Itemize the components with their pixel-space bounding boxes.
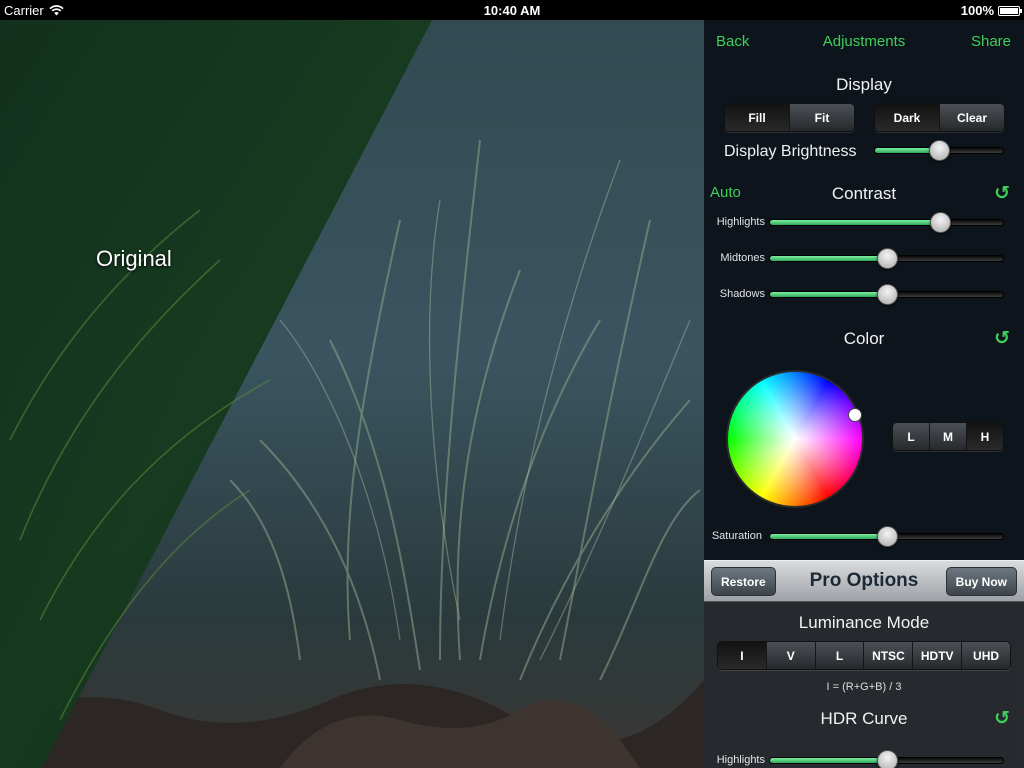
adjustments-panel: Back Adjustments Share Display Fill Fit … xyxy=(704,20,1024,768)
range-l-segment[interactable]: L xyxy=(893,423,929,450)
display-brightness-slider[interactable] xyxy=(874,140,1004,161)
saturation-slider[interactable] xyxy=(769,526,1004,547)
slider-knob[interactable] xyxy=(876,750,898,768)
slider-knob[interactable] xyxy=(929,140,950,161)
color-wheel[interactable] xyxy=(726,370,864,508)
color-reset-icon[interactable]: ↺ xyxy=(994,327,1010,350)
buy-now-button[interactable]: Buy Now xyxy=(945,567,1017,596)
hdr-reset-icon[interactable]: ↺ xyxy=(994,707,1010,730)
share-button[interactable]: Share xyxy=(971,33,1011,50)
midtones-label: Midtones xyxy=(720,252,765,264)
slider-knob[interactable] xyxy=(876,284,898,305)
original-label: Original xyxy=(96,246,172,271)
luminance-uhd-segment[interactable]: UHD xyxy=(961,642,1010,669)
contrast-title: Contrast xyxy=(831,184,897,203)
display-brightness-label: Display Brightness xyxy=(724,143,857,160)
shadows-label: Shadows xyxy=(719,288,765,300)
hdr-highlights-slider[interactable] xyxy=(769,750,1004,768)
luminance-hdtv-segment[interactable]: HDTV xyxy=(912,642,962,669)
slider-knob[interactable] xyxy=(876,526,898,547)
photo-canvas[interactable]: Original xyxy=(0,20,704,768)
luminance-i-segment[interactable]: I xyxy=(718,642,766,669)
fill-fit-control[interactable]: Fill Fit xyxy=(724,103,855,132)
color-wheel-knob[interactable] xyxy=(848,408,862,422)
range-h-segment[interactable]: H xyxy=(966,423,1003,450)
highlights-slider[interactable] xyxy=(769,212,1004,233)
saturation-label: Saturation xyxy=(711,530,762,542)
range-m-segment[interactable]: M xyxy=(929,423,966,450)
slider-knob[interactable] xyxy=(930,212,952,233)
underwater-photo xyxy=(0,20,704,768)
shadows-slider[interactable] xyxy=(769,284,1004,305)
status-bar: Carrier 10:40 AM 100% xyxy=(0,0,1024,20)
luminance-mode-title: Luminance Mode xyxy=(798,613,930,632)
battery-group: 100% xyxy=(960,3,1022,18)
luminance-formula: I = (R+G+B) / 3 xyxy=(826,681,902,693)
hdr-highlights-label: Highlights xyxy=(716,754,765,766)
clear-segment[interactable]: Clear xyxy=(939,104,1004,131)
hdr-curve-title: HDR Curve xyxy=(820,709,908,728)
fit-segment[interactable]: Fit xyxy=(789,104,854,131)
display-title: Display xyxy=(836,75,892,94)
contrast-reset-icon[interactable]: ↺ xyxy=(994,182,1010,205)
luminance-l-segment[interactable]: L xyxy=(814,642,864,669)
luminance-ntsc-segment[interactable]: NTSC xyxy=(863,642,913,669)
status-time: 10:40 AM xyxy=(483,3,541,18)
fill-segment[interactable]: Fill xyxy=(725,104,789,131)
highlights-label: Highlights xyxy=(716,216,765,228)
dark-clear-control[interactable]: Dark Clear xyxy=(874,103,1005,132)
luminance-mode-control[interactable]: I V L NTSC HDTV UHD xyxy=(717,641,1011,670)
midtones-slider[interactable] xyxy=(769,248,1004,269)
battery-icon xyxy=(998,5,1022,16)
luminance-v-segment[interactable]: V xyxy=(765,642,815,669)
pro-options-bar: Restore Pro Options Buy Now xyxy=(704,560,1024,602)
battery-percent: 100% xyxy=(960,3,994,18)
color-title: Color xyxy=(843,329,885,348)
dark-segment[interactable]: Dark xyxy=(875,104,939,131)
slider-knob[interactable] xyxy=(876,248,898,269)
color-range-control[interactable]: L M H xyxy=(892,422,1004,451)
